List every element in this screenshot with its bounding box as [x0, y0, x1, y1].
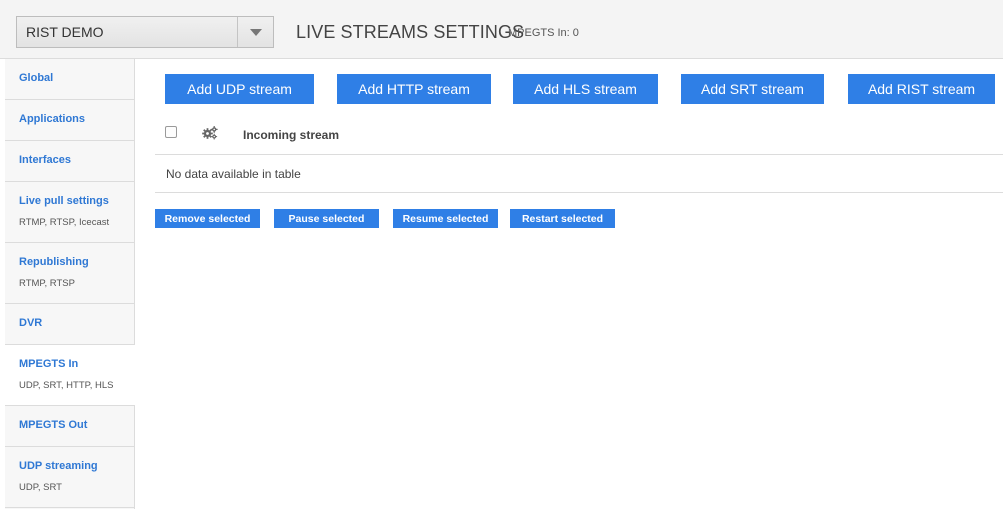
add-http-stream-button[interactable]: Add HTTP stream: [337, 74, 491, 104]
remove-selected-button[interactable]: Remove selected: [155, 209, 260, 228]
streams-table-header: Incoming stream: [155, 117, 1003, 155]
sidebar-item-label: Interfaces: [19, 154, 71, 166]
application-select[interactable]: RIST DEMO: [16, 16, 274, 48]
sidebar-item-sublabel: UDP, SRT, HTTP, HLS: [19, 380, 114, 391]
sidebar-item-sublabel: RTMP, RTSP, Icecast: [19, 217, 110, 228]
stream-count-label: MPEGTS In: 0: [508, 27, 579, 39]
pause-selected-button[interactable]: Pause selected: [274, 209, 379, 228]
sidebar: Global Applications Interfaces Live pull…: [5, 59, 135, 509]
sidebar-item-label: Live pull settings: [19, 195, 109, 207]
sidebar-item-label: Global: [19, 72, 54, 84]
chevron-down-icon[interactable]: [237, 17, 273, 47]
add-srt-stream-button[interactable]: Add SRT stream: [681, 74, 824, 104]
application-select-value: RIST DEMO: [26, 24, 104, 40]
sidebar-item-global[interactable]: Global: [5, 59, 134, 100]
add-udp-stream-button[interactable]: Add UDP stream: [165, 74, 314, 104]
table-empty-row: No data available in table: [155, 155, 1003, 193]
sidebar-item-label: MPEGTS In: [19, 358, 79, 370]
column-header-incoming-stream[interactable]: Incoming stream: [243, 128, 339, 142]
gears-icon: [202, 126, 218, 145]
add-hls-stream-button[interactable]: Add HLS stream: [513, 74, 658, 104]
sidebar-item-label: Republishing: [19, 256, 89, 268]
empty-table-message: No data available in table: [166, 167, 301, 181]
sidebar-item-mpegts-out[interactable]: MPEGTS Out: [5, 406, 134, 447]
resume-selected-button[interactable]: Resume selected: [393, 209, 498, 228]
select-all-checkbox[interactable]: [165, 126, 177, 138]
sidebar-item-label: DVR: [19, 317, 43, 329]
sidebar-item-label: UDP streaming: [19, 460, 98, 472]
main-content: Add UDP stream Add HTTP stream Add HLS s…: [135, 59, 1003, 509]
sidebar-item-label: Applications: [19, 113, 86, 125]
top-header: RIST DEMO LIVE STREAMS SETTINGS MPEGTS I…: [0, 0, 1003, 59]
sidebar-item-udp-streaming[interactable]: UDP streaming UDP, SRT: [5, 447, 134, 508]
add-rist-stream-button[interactable]: Add RIST stream: [848, 74, 995, 104]
sidebar-item-interfaces[interactable]: Interfaces: [5, 141, 134, 182]
sidebar-item-mpegts-in[interactable]: MPEGTS In UDP, SRT, HTTP, HLS: [5, 345, 135, 406]
sidebar-item-sublabel: UDP, SRT: [19, 482, 62, 493]
sidebar-item-live-pull-settings[interactable]: Live pull settings RTMP, RTSP, Icecast: [5, 182, 134, 243]
sidebar-item-sublabel: RTMP, RTSP: [19, 278, 75, 289]
sidebar-item-applications[interactable]: Applications: [5, 100, 134, 141]
page-title: LIVE STREAMS SETTINGS: [296, 22, 525, 42]
sidebar-item-dvr[interactable]: DVR: [5, 304, 134, 345]
sidebar-item-label: MPEGTS Out: [19, 419, 88, 431]
restart-selected-button[interactable]: Restart selected: [510, 209, 615, 228]
sidebar-item-republishing[interactable]: Republishing RTMP, RTSP: [5, 243, 134, 304]
